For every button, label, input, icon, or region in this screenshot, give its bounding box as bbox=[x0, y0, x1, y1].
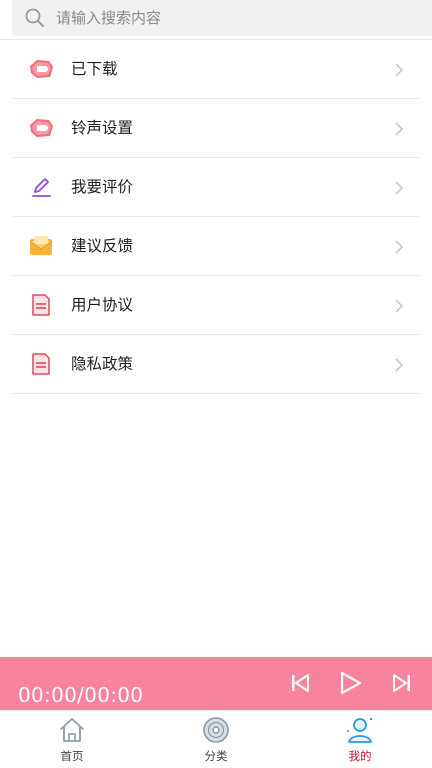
tab-home[interactable]: 首页 bbox=[0, 711, 144, 768]
home-icon bbox=[60, 718, 84, 742]
search-bar bbox=[0, 0, 432, 40]
play-icon[interactable] bbox=[336, 669, 364, 697]
tab-label: 首页 bbox=[60, 749, 84, 763]
chevron-right-icon bbox=[395, 240, 404, 254]
settings-menu: 已下载 铃声设置 我要评价 建议反馈 用户协议 隐私政策 bbox=[12, 40, 420, 394]
user-icon bbox=[347, 717, 373, 743]
playback-time: 00:00/00:00 bbox=[18, 683, 144, 707]
pencil-icon bbox=[32, 178, 51, 197]
chevron-right-icon bbox=[395, 299, 404, 313]
mini-player: 00:00/00:00 bbox=[0, 657, 432, 710]
menu-item-user-agreement[interactable]: 用户协议 bbox=[12, 276, 420, 335]
menu-item-label: 已下载 bbox=[71, 60, 118, 78]
ringtone-icon bbox=[30, 119, 53, 137]
chevron-right-icon bbox=[395, 63, 404, 77]
bottom-tab-bar: 首页 分类 我的 bbox=[0, 710, 432, 768]
chevron-right-icon bbox=[395, 181, 404, 195]
chevron-right-icon bbox=[395, 358, 404, 372]
document-icon bbox=[32, 353, 50, 375]
tab-mine[interactable]: 我的 bbox=[288, 711, 432, 768]
search-box[interactable] bbox=[12, 0, 432, 36]
menu-item-rate[interactable]: 我要评价 bbox=[12, 158, 420, 217]
search-icon bbox=[25, 8, 44, 27]
menu-item-label: 用户协议 bbox=[71, 296, 134, 314]
disc-icon bbox=[203, 717, 229, 743]
mail-icon bbox=[29, 236, 53, 255]
menu-item-ringtone[interactable]: 铃声设置 bbox=[12, 99, 420, 158]
tab-category[interactable]: 分类 bbox=[144, 711, 288, 768]
menu-item-label: 铃声设置 bbox=[71, 119, 134, 137]
menu-item-label: 我要评价 bbox=[71, 178, 134, 196]
next-track-icon[interactable] bbox=[388, 669, 416, 697]
document-icon bbox=[32, 294, 50, 316]
tab-label: 我的 bbox=[348, 749, 372, 763]
chevron-right-icon bbox=[395, 122, 404, 136]
menu-item-downloaded[interactable]: 已下载 bbox=[12, 40, 420, 99]
menu-item-privacy-policy[interactable]: 隐私政策 bbox=[12, 335, 420, 394]
menu-item-label: 建议反馈 bbox=[71, 237, 134, 255]
download-icon bbox=[30, 60, 53, 78]
menu-item-feedback[interactable]: 建议反馈 bbox=[12, 217, 420, 276]
tab-label: 分类 bbox=[204, 749, 228, 763]
search-input[interactable] bbox=[56, 5, 416, 31]
menu-item-label: 隐私政策 bbox=[71, 355, 134, 373]
previous-track-icon[interactable] bbox=[286, 669, 314, 697]
